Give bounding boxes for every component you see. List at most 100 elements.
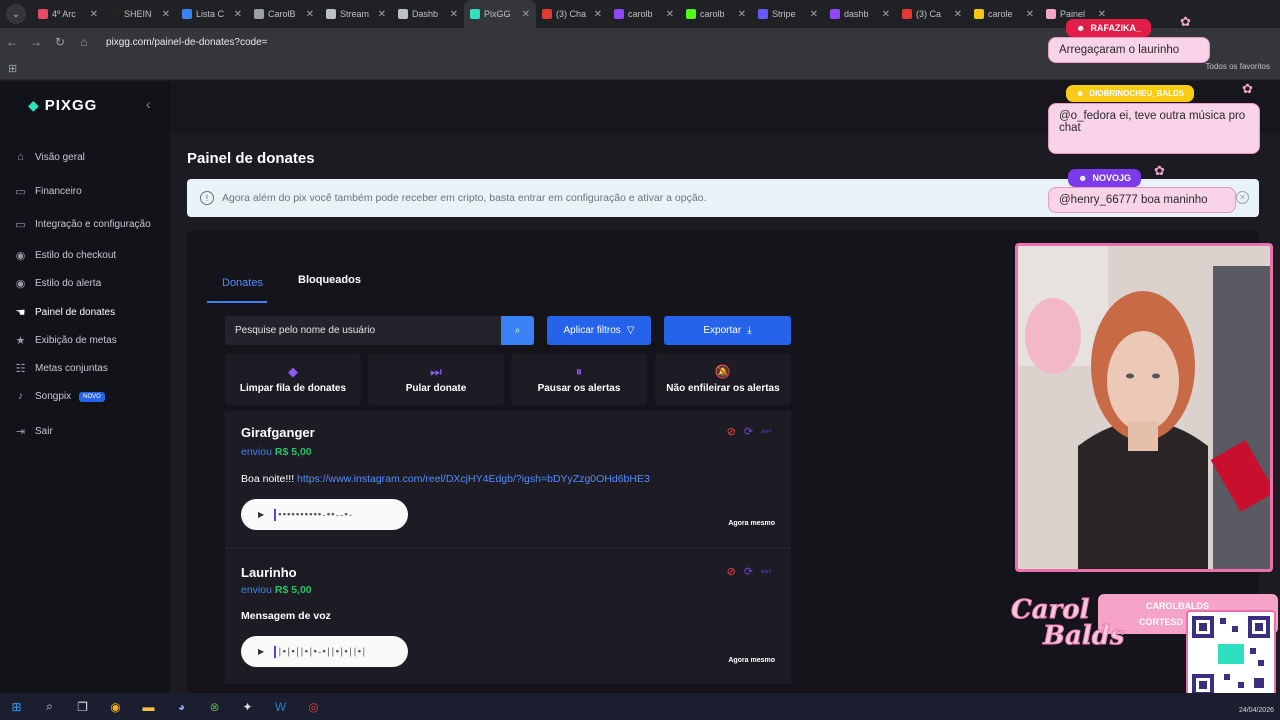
discord-icon[interactable]: ◕ [165,700,198,714]
browser-tab[interactable]: (3) Ca ✕ [896,0,968,28]
close-tab-icon[interactable]: ✕ [378,9,386,20]
sidebar-item-estilo-checkout[interactable]: ◉ Estilo do checkout [14,249,116,262]
apps-grid-icon[interactable]: ⊞ [8,62,17,75]
flower-icon: ✿ [1242,81,1253,96]
browser-tab[interactable]: dashb ✕ [824,0,896,28]
tab-search-icon[interactable]: ⌄ [6,4,26,24]
close-tab-icon[interactable]: ✕ [234,9,242,20]
close-tab-icon[interactable]: ✕ [594,9,602,20]
browser-tab[interactable]: 4º Arc ✕ [32,0,104,28]
search-input[interactable]: Pesquise pelo nome de usuário [225,316,502,345]
tab-title: PixGG [484,9,511,19]
browser-tab[interactable]: PixGG ✕ [464,0,536,28]
sidebar-item-painel-donates[interactable]: ☚ Painel de donates [14,306,116,319]
block-icon[interactable]: ⊘ [727,425,736,438]
browser-tab[interactable]: Dashb ✕ [392,0,464,28]
tab-favicon-icon [758,9,768,19]
chrome-icon[interactable]: ◉ [99,700,132,714]
audio-player[interactable]: ▶ ••••••••••-••--•- [241,499,408,530]
sidebar-item-label: Visão geral [35,152,85,163]
close-tab-icon[interactable]: ✕ [666,9,674,20]
close-tab-icon[interactable]: ✕ [882,9,890,20]
sidebar-item-sair[interactable]: ⇥ Sair [14,425,53,438]
sidebar-item-songpix[interactable]: ♪ Songpix NOVO [14,390,105,403]
search-button[interactable]: ⌕ [501,316,534,345]
close-tab-icon[interactable]: ✕ [810,9,818,20]
apply-filters-button[interactable]: Aplicar filtros ▽ [547,316,651,345]
sidebar-item-visao-geral[interactable]: ⌂ Visão geral [14,151,85,164]
block-icon[interactable]: ⊘ [727,565,736,578]
amount-value: R$ 5,00 [274,446,312,458]
sidebar-item-financeiro[interactable]: ▭ Financeiro [14,185,81,198]
star-icon: ★ [15,335,26,347]
no-queue-alerts-button[interactable]: 🔕 Não enfileirar os alertas [655,354,791,405]
sidebar-item-label: Painel de donates [35,307,116,318]
sidebar-item-exibicao-metas[interactable]: ★ Exibição de metas [14,334,117,347]
pause-alerts-button[interactable]: ⏸ Pausar os alertas [511,354,647,405]
tab-favicon-icon [254,9,264,19]
browser-tab[interactable]: carolb ✕ [680,0,752,28]
close-tab-icon[interactable]: ✕ [1026,9,1034,20]
security-icon[interactable]: ✦ [231,700,264,714]
close-tab-icon[interactable]: ✕ [450,9,458,20]
skip-donate-button[interactable]: ⏭ Pular donate [368,354,504,405]
skip-icon[interactable]: ⏭ [761,565,771,578]
waveform[interactable]: ••••••••••-••--•- [274,508,353,521]
obs-icon[interactable]: ◎ [297,700,330,714]
task-view-icon[interactable]: ❐ [66,700,99,714]
browser-tab[interactable]: carole ✕ [968,0,1040,28]
collapse-sidebar-icon[interactable]: ‹ [146,96,151,112]
browser-tab[interactable]: Stream ✕ [320,0,392,28]
play-icon[interactable]: ▶ [258,647,264,656]
webcam-feed [1015,243,1273,572]
browser-tab[interactable]: SHEIN ✕ [104,0,176,28]
close-tab-icon[interactable]: ✕ [306,9,314,20]
search-icon[interactable]: ⌕ [33,699,66,714]
browser-tab[interactable]: Lista C ✕ [176,0,248,28]
skip-icon[interactable]: ⏭ [761,425,771,438]
close-notice-icon[interactable]: ✕ [1236,191,1249,204]
file-explorer-icon[interactable]: ▬ [132,700,165,714]
waveform[interactable]: |•|•||•|•-•||•|•||•| [274,645,367,658]
play-icon[interactable]: ▶ [258,510,264,519]
clear-queue-button[interactable]: ◆ Limpar fila de donates [225,354,361,405]
close-tab-icon[interactable]: ✕ [1098,9,1106,20]
audio-player[interactable]: ▶ |•|•||•|•-•||•|•||•| [241,636,408,667]
tab-favicon-icon [686,9,696,19]
tab-bloqueados[interactable]: Bloqueados [298,274,361,286]
close-tab-icon[interactable]: ✕ [522,9,530,20]
url-field[interactable]: pixgg.com/painel-de-donates?code= [106,37,268,48]
close-tab-icon[interactable]: ✕ [90,9,98,20]
chat-username: DIOBRINOCHEU_BALDS [1089,89,1185,98]
tab-donates[interactable]: Donates [222,277,263,289]
browser-tab[interactable]: (3) Cha ✕ [536,0,608,28]
all-bookmarks-link[interactable]: Todos os favoritos [1206,62,1270,71]
message-link[interactable]: https://www.instagram.com/reel/DXcjHY4Ed… [297,473,650,485]
sidebar-item-estilo-alerta[interactable]: ◉ Estilo do alerta [14,277,101,290]
sidebar-item-metas-conjuntas[interactable]: ☷ Metas conjuntas [14,362,108,375]
replay-icon[interactable]: ⟳ [744,565,753,578]
reload-icon[interactable]: ↻ [48,35,72,49]
browser-tab[interactable]: carolb ✕ [608,0,680,28]
forward-icon[interactable]: → [24,35,48,49]
close-tab-icon[interactable]: ✕ [162,9,170,20]
chat-message: @henry_66777 boa maninho [1048,187,1236,213]
close-tab-icon[interactable]: ✕ [738,9,746,20]
browser-tab[interactable]: CarolB ✕ [248,0,320,28]
tab-title: 4º Arc [52,9,76,19]
browser-tab[interactable]: Stripe ✕ [752,0,824,28]
back-icon[interactable]: ← [0,35,24,49]
sidebar-item-integracao[interactable]: ▭ Integração e configuração [14,218,151,231]
windows-start-icon[interactable]: ⊞ [0,700,33,714]
home-icon[interactable]: ⌂ [72,35,96,49]
export-button[interactable]: Exportar ⤓ [664,316,791,345]
sidebar-item-label: Integração e configuração [35,219,151,230]
chat-username-badge: ☻ DIOBRINOCHEU_BALDS [1066,85,1195,102]
brand-logo[interactable]: ◆ PIXGG [28,97,97,114]
replay-icon[interactable]: ⟳ [744,425,753,438]
xbox-icon[interactable]: ⊗ [198,700,231,714]
tab-title: (3) Cha [556,9,587,19]
tab-favicon-icon [110,9,120,19]
close-tab-icon[interactable]: ✕ [954,9,962,20]
word-icon[interactable]: W [264,700,297,714]
